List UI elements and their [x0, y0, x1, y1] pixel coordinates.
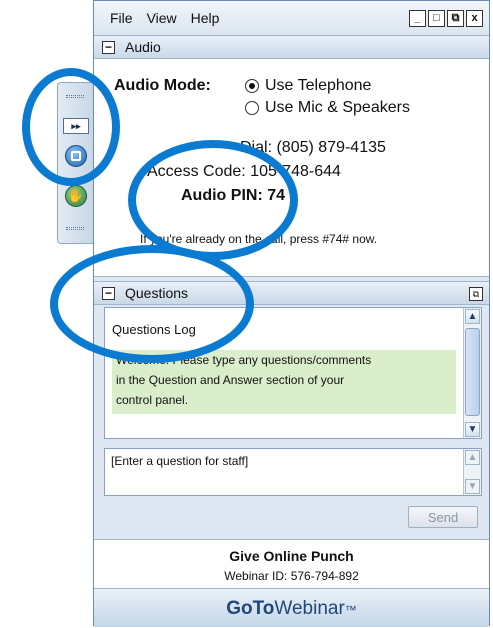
radio-use-telephone[interactable]: Use Telephone — [245, 77, 371, 95]
minimize-button[interactable]: _ — [409, 10, 426, 27]
popout-icon[interactable]: ⧉ — [469, 287, 483, 301]
audio-panel-title: Audio — [125, 39, 161, 55]
question-input[interactable]: [Enter a question for staff] ▲ ▼ — [104, 448, 482, 496]
radio-label-mic: Use Mic & Speakers — [265, 99, 410, 116]
welcome-line-3: control panel. — [116, 393, 189, 407]
maximize-button[interactable]: □ — [428, 10, 445, 27]
radio-use-mic-speakers[interactable]: Use Mic & Speakers — [245, 99, 410, 117]
gotowebinar-logo: GoToWebinar™ — [94, 589, 489, 627]
brand-tm: ™ — [344, 603, 357, 617]
menu-help[interactable]: Help — [191, 10, 220, 26]
annotation-circle-audio-pin — [128, 140, 298, 260]
collapse-audio-button[interactable]: − — [102, 40, 115, 54]
raise-hand-button[interactable]: ✋ — [62, 185, 90, 207]
question-input-placeholder: [Enter a question for staff] — [111, 454, 249, 468]
brand-goto: GoTo — [226, 598, 275, 619]
brand-webinar: Webinar — [274, 598, 345, 619]
annotation-circle-questions — [50, 245, 254, 363]
webinar-id: Webinar ID: 576-794-892 — [224, 569, 359, 583]
restore-button[interactable]: ⧉ — [447, 10, 464, 27]
grip-bottom[interactable] — [66, 227, 84, 230]
audio-mode-label: Audio Mode: — [114, 77, 211, 94]
menu-file[interactable]: File — [110, 10, 133, 26]
menu-view[interactable]: View — [147, 10, 177, 26]
scroll-thumb[interactable] — [465, 328, 480, 416]
window-controls: _ □ ⧉ x — [409, 10, 483, 27]
send-button[interactable]: Send — [408, 506, 478, 528]
radio-selected-icon[interactable] — [245, 79, 259, 93]
annotation-circle-grabtab — [22, 68, 120, 186]
questions-log-scrollbar[interactable]: ▲ ▼ — [463, 308, 481, 438]
question-input-scrollbar[interactable]: ▲ ▼ — [463, 449, 481, 495]
scroll-up-icon[interactable]: ▲ — [465, 309, 480, 324]
radio-label-telephone: Use Telephone — [265, 77, 372, 94]
radio-unselected-icon[interactable] — [245, 101, 259, 115]
footer: Give Online Punch Webinar ID: 576-794-89… — [94, 539, 489, 627]
webinar-info: Give Online Punch Webinar ID: 576-794-89… — [94, 539, 489, 589]
menu-bar: File View Help _ □ ⧉ x — [94, 1, 489, 35]
input-scroll-up-icon[interactable]: ▲ — [465, 450, 480, 465]
welcome-line-2: in the Question and Answer section of yo… — [116, 373, 345, 387]
webinar-title: Give Online Punch — [229, 548, 354, 564]
raise-hand-icon: ✋ — [65, 185, 87, 207]
dial-value: (805) 879-4135 — [276, 139, 386, 156]
audio-panel-header: − Audio — [94, 35, 489, 59]
input-scroll-down-icon[interactable]: ▼ — [465, 479, 480, 494]
close-button[interactable]: x — [466, 10, 483, 27]
scroll-down-icon[interactable]: ▼ — [465, 422, 480, 437]
